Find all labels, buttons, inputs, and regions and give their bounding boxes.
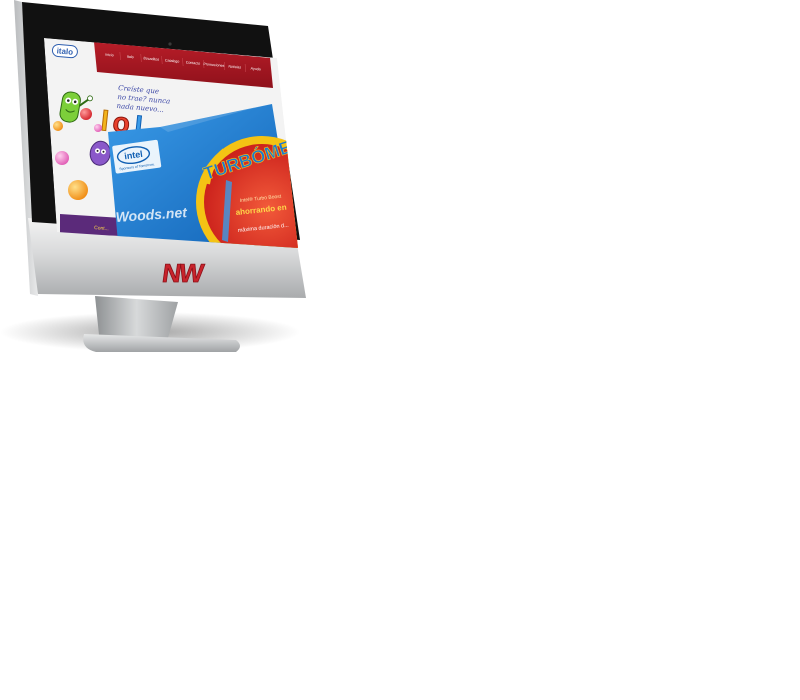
nw-logo-text: NW xyxy=(160,258,206,288)
nw-logo: NW xyxy=(160,258,207,289)
monitor-screen: italo Inicio Italo Bocaditos Catalogo Contac… xyxy=(44,38,298,248)
imac-mockup: italo Inicio Italo Bocaditos Catalogo Contac… xyxy=(0,0,306,352)
gumball-icon xyxy=(94,124,102,132)
monitor-stand xyxy=(95,296,178,338)
gumball-icon xyxy=(55,151,69,165)
camera-icon xyxy=(168,42,172,46)
site-footer-text: Cont... xyxy=(94,225,109,232)
gumball-icon xyxy=(80,108,92,120)
site-logo[interactable]: italo xyxy=(51,44,78,59)
gumball-icon xyxy=(53,121,63,131)
site-logo-text: italo xyxy=(56,46,73,56)
nav-item-italo[interactable]: Italo xyxy=(127,55,134,60)
nav-item-inicio[interactable]: Inicio xyxy=(105,53,114,58)
gumball-icon xyxy=(68,180,88,200)
